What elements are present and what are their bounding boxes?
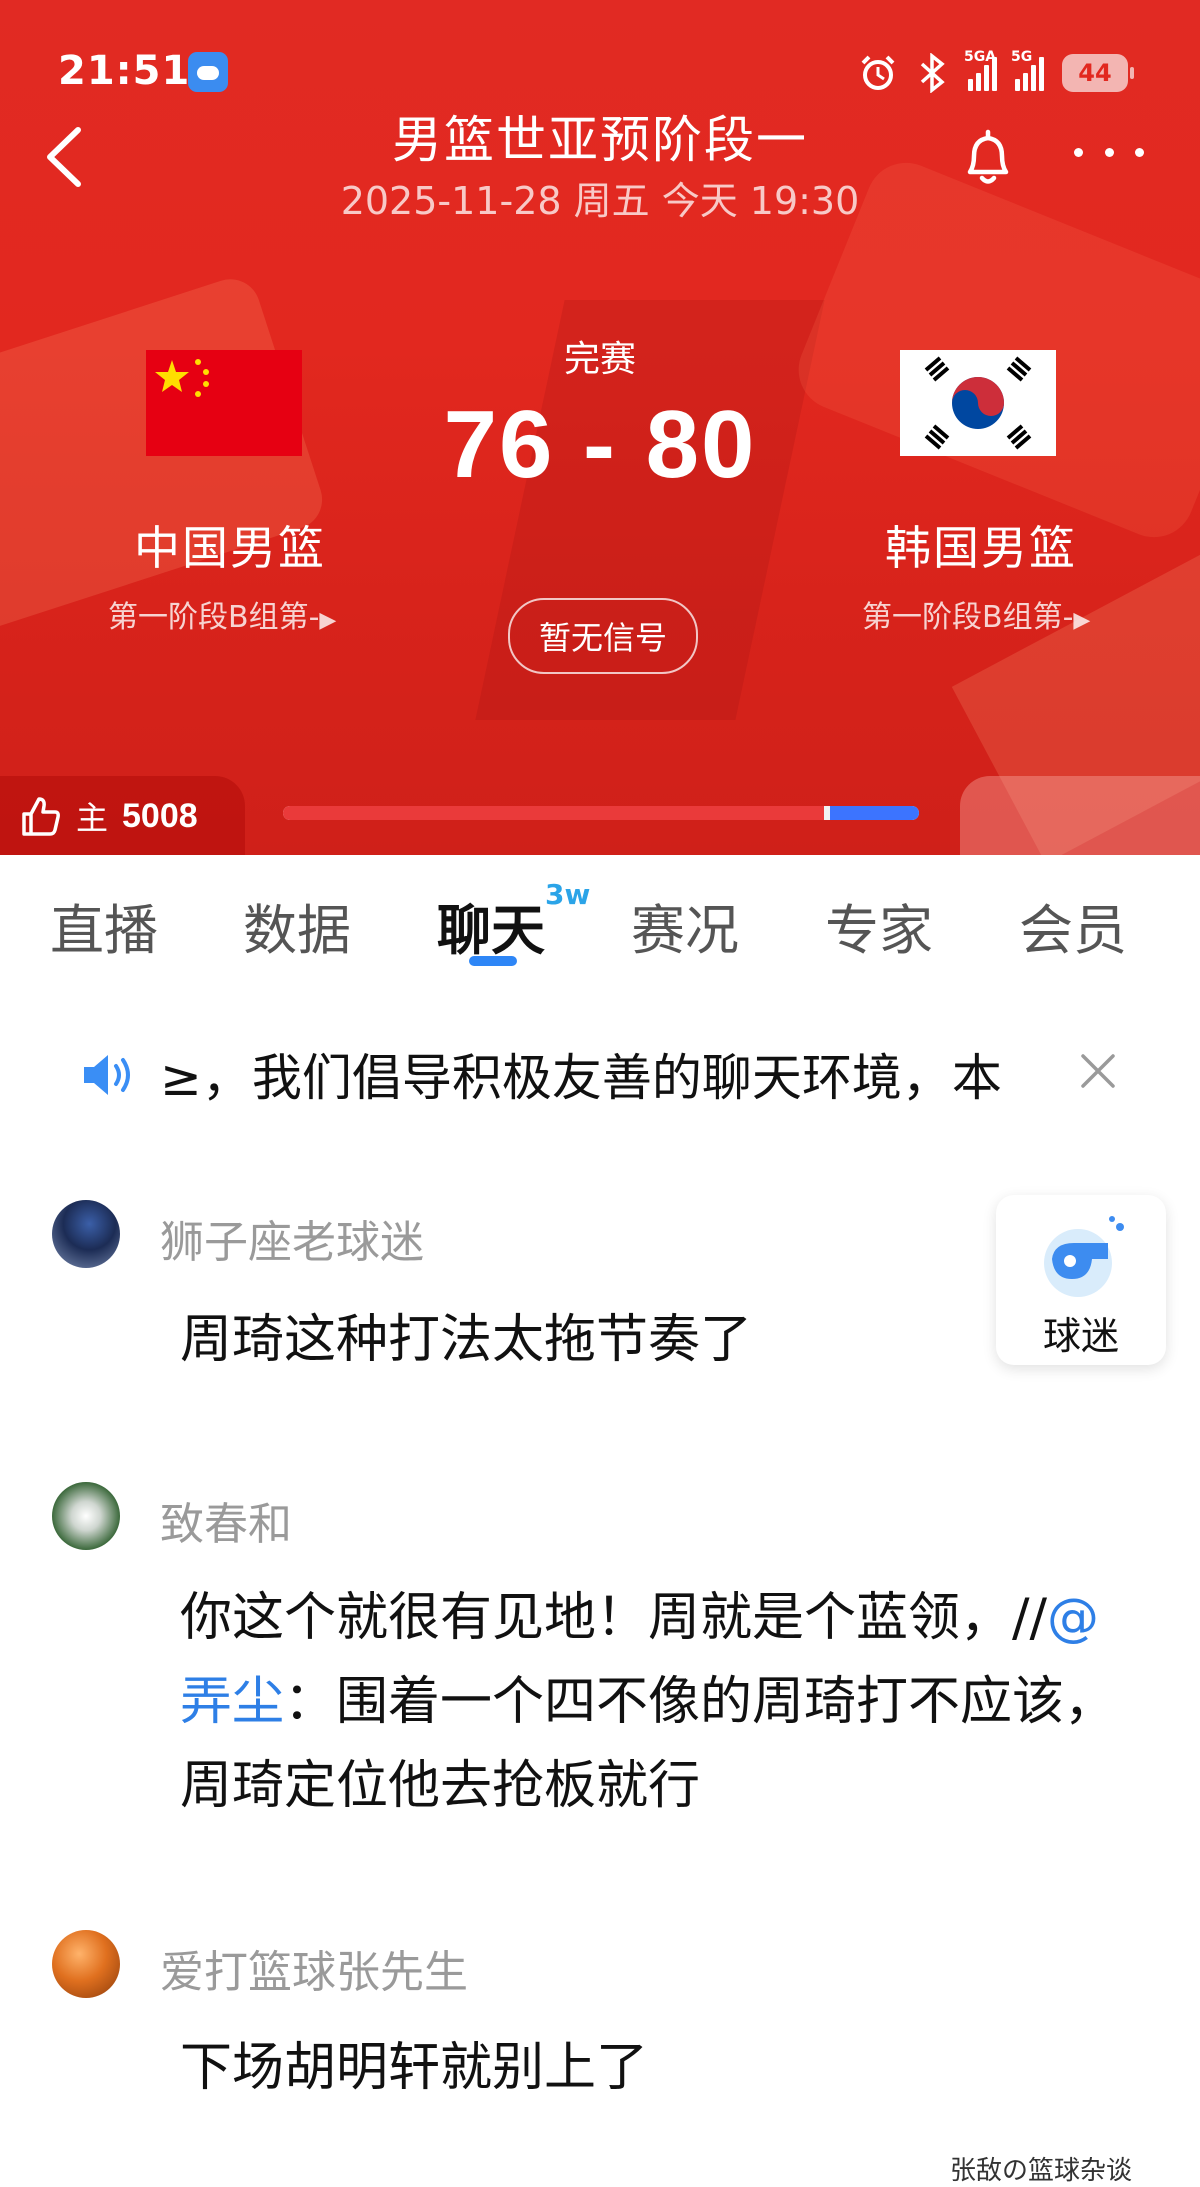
chat-username[interactable]: 爱打篮球张先生: [160, 1936, 468, 2000]
alarm-icon: [861, 55, 895, 90]
home-label: 主: [76, 799, 109, 837]
chat-message-text: 周琦这种打法太拖节奏了: [180, 1310, 753, 1370]
bluetooth-icon: [920, 53, 945, 93]
match-datetime: 2025-11-28 周五 今天 19:30: [340, 179, 860, 223]
chat-message: 爱打篮球张先生 下场胡明轩就别上了: [0, 1930, 1200, 2130]
status-icons: 5GA 5G 44: [858, 49, 1134, 96]
tab-chat[interactable]: 聊天 3w: [437, 878, 590, 965]
tab-stats[interactable]: 数据: [243, 886, 351, 965]
more-options-icon[interactable]: [1074, 148, 1144, 168]
tab-bar: 直播 数据 聊天 3w 赛况 专家 会员: [0, 856, 1200, 991]
support-ratio-bar: [283, 806, 919, 820]
korea-flag-icon: [900, 350, 1056, 456]
page-title: 男篮世亚预阶段一: [392, 111, 808, 169]
avatar[interactable]: [52, 1200, 120, 1268]
basketball-avatar[interactable]: [52, 1930, 120, 1998]
china-flag-icon: [146, 350, 302, 456]
no-signal-button[interactable]: 暂无信号: [508, 598, 698, 674]
tab-experts[interactable]: 专家: [825, 886, 933, 965]
home-like-count: 5008: [122, 796, 198, 835]
home-like-button[interactable]: 主 5008: [0, 776, 245, 855]
avatar[interactable]: [52, 1482, 120, 1550]
chat-message: 狮子座老球迷 周琦这种打法太拖节奏了: [0, 1200, 1200, 1400]
chat-username[interactable]: 狮子座老球迷: [160, 1206, 424, 1270]
chat-message-text: 你这个就很有见地！周就是个蓝领，//@弄尘：围着一个四不像的周琦打不应该，周琦定…: [180, 1588, 1117, 1816]
battery-icon: 44: [1062, 54, 1134, 92]
away-team-standing[interactable]: 第一阶段B组第-▶: [862, 592, 1090, 636]
caret-right-icon: ▶: [1073, 608, 1091, 633]
match-header: 21:51 5GA 5G 44 男篮世亚预阶段一 2025-11-28 周五 今…: [0, 0, 1200, 855]
thumbs-up-icon: [22, 797, 60, 836]
chat-message-text: 下场胡明轩就别上了: [180, 2038, 649, 2098]
tab-game-status[interactable]: 赛况: [631, 886, 739, 965]
weather-icon: [188, 52, 228, 92]
cellular-signal-icon: 5GA: [964, 49, 997, 91]
bell-icon[interactable]: [960, 128, 1016, 190]
tab-live[interactable]: 直播: [50, 886, 158, 965]
back-arrow-icon[interactable]: [40, 122, 90, 192]
home-team-name[interactable]: 中国男篮: [134, 512, 326, 578]
chat-message: 致春和 你这个就很有见地！周就是个蓝领，//@弄尘：围着一个四不像的周琦打不应该…: [0, 1482, 1200, 1842]
match-status: 完赛: [563, 339, 636, 380]
home-support-fill: [283, 806, 824, 820]
notice-text: ≥，我们倡导积极友善的聊天环境，本: [160, 1049, 1002, 1107]
away-like-button[interactable]: [960, 776, 1200, 855]
status-time: 21:51: [58, 48, 191, 94]
close-icon[interactable]: [1075, 1048, 1121, 1094]
bottom-watermark: 张敌の篮球杂谈: [950, 2156, 1133, 2186]
away-team-name[interactable]: 韩国男篮: [885, 512, 1077, 578]
away-support-fill: [829, 806, 919, 820]
chat-notice: ≥，我们倡导积极友善的聊天环境，本: [0, 990, 1200, 1160]
home-team-standing[interactable]: 第一阶段B组第-▶: [108, 592, 336, 636]
support-bar: 主 5008: [0, 776, 1200, 855]
battery-level: 44: [1078, 59, 1112, 87]
chat-username[interactable]: 致春和: [160, 1488, 292, 1552]
chat-count-badge: 3w: [545, 878, 591, 911]
caret-right-icon: ▶: [319, 608, 337, 633]
speaker-icon: [84, 1055, 130, 1095]
tab-membership[interactable]: 会员: [1019, 886, 1127, 965]
score: 76 - 80: [443, 391, 757, 498]
cellular-signal-icon: 5G: [1011, 49, 1044, 91]
active-tab-indicator: [469, 956, 517, 966]
